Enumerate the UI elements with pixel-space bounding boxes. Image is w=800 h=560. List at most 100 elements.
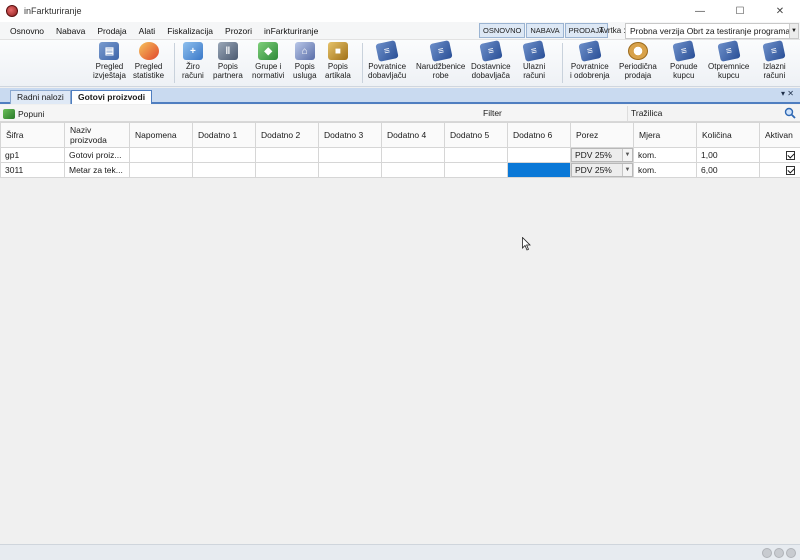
document-tabs: Radni nalozi Gotovi proizvodi ▾ ✕	[0, 88, 800, 104]
table-row[interactable]: gp1 Gotovi proiz... PDV 25% ▼ kom. 1,00	[0, 147, 800, 163]
groups-norms-button[interactable]: ◆ Grupe i normativi	[252, 42, 284, 80]
tax-select-value: PDV 25%	[575, 165, 612, 175]
fill-icon	[3, 108, 15, 119]
menu-prodaja[interactable]: Prodaja	[91, 22, 132, 40]
tab-work-orders[interactable]: Radni nalozi	[10, 90, 71, 104]
statistics-overview-button[interactable]: Pregled statistike	[133, 42, 164, 80]
supplier-delivery-button[interactable]: ≡ Dostavnice dobavljača	[471, 40, 511, 80]
periodic-sales-button[interactable]: Periodična prodaja	[619, 42, 657, 80]
articles-list-button[interactable]: ■ Popis artikala	[325, 42, 351, 80]
cell-naziv[interactable]: Metar za tek...	[64, 162, 130, 178]
supplier-delivery-icon: ≡	[479, 40, 503, 62]
tab-controls[interactable]: ▾ ✕	[781, 89, 794, 98]
cell-dodatno-2[interactable]	[255, 162, 319, 178]
cell-aktivan[interactable]	[759, 162, 800, 178]
mode-osnovno-button[interactable]: OSNOVNO	[479, 23, 526, 38]
supplier-delivery-label: Dostavnice dobavljača	[471, 62, 511, 80]
cell-dodatno-1[interactable]	[192, 162, 256, 178]
active-checkbox[interactable]	[785, 166, 795, 176]
returns-credits-button[interactable]: ≡ Povratnice i odobrenja	[570, 40, 610, 80]
cell-kolicina[interactable]: 1,00	[696, 147, 760, 163]
cell-dodatno-4[interactable]	[381, 162, 445, 178]
cell-porez[interactable]: PDV 25% ▼	[570, 147, 634, 163]
tab-finished-products[interactable]: Gotovi proizvodi	[71, 90, 153, 104]
cell-mjera[interactable]: kom.	[633, 162, 697, 178]
cell-sifra[interactable]: 3011	[0, 162, 65, 178]
menu-infarkturiranje[interactable]: inFarkturiranje	[258, 22, 324, 40]
cell-sifra[interactable]: gp1	[0, 147, 65, 163]
cell-dodatno-6[interactable]	[507, 147, 571, 163]
ribbon-toolbar: ▤ Pregled izvještaja Pregled statistike …	[0, 40, 800, 87]
status-indicators	[762, 548, 796, 558]
cell-naziv[interactable]: Gotovi proiz...	[64, 147, 130, 163]
column-header-aktivan[interactable]: Aktivan	[759, 122, 800, 148]
window-title: inFarkturiranje	[24, 6, 82, 16]
active-checkbox[interactable]	[785, 151, 795, 161]
table-row[interactable]: 3011 Metar za tek... PDV 25% ▼ kom. 6,00	[0, 162, 800, 178]
menu-nabava[interactable]: Nabava	[50, 22, 91, 40]
bank-accounts-button[interactable]: + Žiro računi	[182, 42, 204, 80]
supplier-returns-icon: ≡	[375, 40, 399, 62]
fill-button[interactable]: Popuni	[3, 106, 44, 121]
cell-kolicina[interactable]: 6,00	[696, 162, 760, 178]
cell-dodatno-1[interactable]	[192, 147, 256, 163]
periodic-sales-icon	[627, 42, 648, 60]
cell-dodatno-5[interactable]	[444, 147, 508, 163]
cell-dodatno-6-selected[interactable]	[507, 162, 571, 178]
purchase-orders-button[interactable]: ≡ Narudžbenice robe	[416, 40, 465, 80]
cell-aktivan[interactable]	[759, 147, 800, 163]
report-overview-button[interactable]: ▤ Pregled izvještaja	[93, 42, 126, 80]
menu-fiskalizacija[interactable]: Fiskalizacija	[161, 22, 219, 40]
groups-icon: ◆	[258, 42, 279, 60]
services-list-button[interactable]: ⌂ Popis usluga	[293, 42, 317, 80]
column-header-dodatno-4[interactable]: Dodatno 4	[381, 122, 445, 148]
company-select[interactable]: Probna verzija Obrt za testiranje progra…	[625, 23, 799, 39]
cell-porez[interactable]: PDV 25% ▼	[570, 162, 634, 178]
search-icon[interactable]	[784, 107, 796, 119]
menu-osnovno[interactable]: Osnovno	[4, 22, 50, 40]
column-header-dodatno-5[interactable]: Dodatno 5	[444, 122, 508, 148]
close-button[interactable]: ✕	[760, 0, 800, 22]
column-header-porez[interactable]: Porez	[570, 122, 634, 148]
tax-select[interactable]: PDV 25% ▼	[571, 148, 633, 162]
cell-dodatno-3[interactable]	[318, 162, 382, 178]
chevron-down-icon[interactable]: ▼	[622, 164, 632, 176]
customer-offers-button[interactable]: ≡ Ponude kupcu	[670, 40, 698, 80]
maximize-button[interactable]: ☐	[720, 0, 760, 22]
column-header-sifra[interactable]: Šifra	[0, 122, 65, 148]
outgoing-invoices-button[interactable]: ≡ Izlazni računi	[762, 40, 786, 80]
services-list-label: Popis usluga	[293, 62, 317, 80]
column-header-dodatno-2[interactable]: Dodatno 2	[255, 122, 319, 148]
products-grid: Šifra Naziv proizvoda Napomena Dodatno 1…	[0, 122, 800, 178]
supplier-returns-button[interactable]: ≡ Povratnice dobavljaču	[368, 40, 406, 80]
bank-accounts-label: Žiro računi	[182, 62, 204, 80]
incoming-invoices-button[interactable]: ≡ Ulazni računi	[522, 40, 546, 80]
grid-toolbar: Popuni Filter Tražilica	[0, 105, 800, 122]
cell-napomena[interactable]	[129, 147, 193, 163]
cell-dodatno-4[interactable]	[381, 147, 445, 163]
column-header-dodatno-1[interactable]: Dodatno 1	[192, 122, 256, 148]
column-header-naziv[interactable]: Naziv proizvoda	[64, 122, 130, 148]
cell-dodatno-3[interactable]	[318, 147, 382, 163]
app-logo-icon	[6, 5, 18, 17]
column-header-napomena[interactable]: Napomena	[129, 122, 193, 148]
cell-dodatno-2[interactable]	[255, 147, 319, 163]
customer-dispatch-button[interactable]: ≡ Otpremnice kupcu	[708, 40, 749, 80]
chevron-down-icon[interactable]: ▼	[789, 24, 798, 38]
menu-prozori[interactable]: Prozori	[219, 22, 258, 40]
partners-list-button[interactable]: ǁ Popis partnera	[213, 42, 243, 80]
report-icon: ▤	[99, 42, 120, 60]
cell-mjera[interactable]: kom.	[633, 147, 697, 163]
mode-nabava-button[interactable]: NABAVA	[526, 23, 564, 38]
cell-napomena[interactable]	[129, 162, 193, 178]
column-header-dodatno-3[interactable]: Dodatno 3	[318, 122, 382, 148]
menu-alati[interactable]: Alati	[133, 22, 162, 40]
minimize-button[interactable]: —	[680, 0, 720, 22]
chevron-down-icon[interactable]: ▼	[622, 149, 632, 161]
column-header-kolicina[interactable]: Količina	[696, 122, 760, 148]
column-header-dodatno-6[interactable]: Dodatno 6	[507, 122, 571, 148]
tax-select[interactable]: PDV 25% ▼	[571, 163, 633, 177]
column-header-mjera[interactable]: Mjera	[633, 122, 697, 148]
cell-dodatno-5[interactable]	[444, 162, 508, 178]
toolbar-separator	[174, 43, 175, 83]
